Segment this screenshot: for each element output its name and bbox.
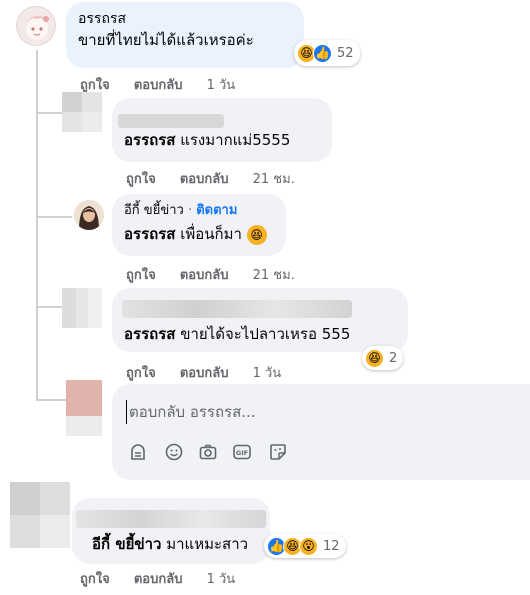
comment-actions: ถูกใจ ตอบกลับ 1 วัน	[80, 74, 255, 95]
avatar-photo-icon	[74, 200, 104, 230]
avatar[interactable]	[66, 380, 102, 436]
wow-reaction-icon: 😮	[299, 536, 318, 556]
comment-text: อีกี้ ขยี้ข่าว มาแหมะสาว	[84, 534, 258, 554]
comment-body: มาแหมะสาว	[166, 535, 249, 553]
like-button[interactable]: ถูกใจ	[126, 366, 156, 381]
blurred-author-name	[118, 114, 224, 128]
svg-text:GIF: GIF	[236, 449, 248, 457]
comment-bubble: อีกี้ ขยี้ข่าว มาแหมะสาว	[72, 498, 270, 564]
avatar[interactable]	[10, 482, 70, 548]
reaction-count: 2	[389, 350, 398, 366]
comment-body: ขายได้จะไปลาวเหรอ 555	[180, 325, 351, 343]
like-button[interactable]: ถูกใจ	[126, 172, 156, 187]
comment-actions: ถูกใจ ตอบกลับ 21 ชม.	[126, 168, 315, 189]
mention-tag[interactable]: อรรถรส	[124, 131, 175, 149]
blurred-author-name	[122, 300, 352, 318]
comment-author[interactable]: อรรถรส	[78, 10, 292, 28]
thread-branch-1	[36, 112, 62, 114]
timestamp[interactable]: 21 ชม.	[253, 172, 295, 187]
comment-bubble: อรรถรส แรงมากแม่5555	[112, 98, 332, 162]
sticker-icon[interactable]	[268, 442, 288, 462]
comment-bubble: อีกี้ ขยี้ข่าว · ติดตาม อรรถรส เพื่อนก็ม…	[112, 194, 286, 256]
mention-tag[interactable]: อรรถรส	[124, 325, 175, 343]
comment-actions: ถูกใจ ตอบกลับ 21 ชม.	[126, 264, 315, 285]
like-button[interactable]: ถูกใจ	[80, 78, 110, 93]
emoji-icon[interactable]	[164, 442, 184, 462]
reaction-summary[interactable]: 👍 😆 😮 12	[264, 534, 346, 558]
separator-dot: ·	[187, 203, 193, 218]
avatar[interactable]	[74, 200, 104, 230]
comment-text: อรรถรส เพื่อนก็มา 😆	[124, 224, 274, 245]
reaction-summary[interactable]: 😆 👍 52	[294, 40, 360, 66]
avatar[interactable]	[62, 92, 102, 132]
reply-button[interactable]: ตอบกลับ	[180, 268, 229, 283]
timestamp[interactable]: 1 วัน	[253, 366, 282, 381]
timestamp[interactable]: 1 วัน	[207, 78, 236, 93]
like-reaction-icon: 👍	[313, 43, 332, 63]
camera-icon[interactable]	[198, 442, 218, 462]
gif-icon[interactable]: GIF	[232, 442, 252, 462]
comment-text: ขายที่ไทยไม่ได้แล้วเหรอค่ะ	[78, 31, 254, 49]
timestamp[interactable]: 21 ชม.	[253, 268, 295, 283]
reply-button[interactable]: ตอบกลับ	[134, 78, 183, 93]
avatar-illustration-icon	[25, 15, 49, 40]
reaction-count: 12	[323, 538, 340, 554]
comment-bubble: อรรถรส ขายได้จะไปลาวเหรอ 555	[112, 288, 408, 352]
mention-tag[interactable]: อีกี้ ขยี้ข่าว	[92, 535, 161, 553]
thread-branch-2	[36, 216, 72, 218]
thread-line-main	[36, 50, 38, 400]
comment-bubble: อรรถรส ขายที่ไทยไม่ได้แล้วเหรอค่ะ	[66, 2, 304, 68]
avatar-sticker-icon[interactable]	[128, 442, 148, 462]
comment-body: เพื่อนก็มา	[180, 225, 242, 243]
timestamp[interactable]: 1 วัน	[207, 572, 236, 587]
reaction-count: 52	[337, 45, 354, 61]
avatar[interactable]	[62, 288, 102, 328]
reply-button[interactable]: ตอบกลับ	[180, 172, 229, 187]
follow-button[interactable]: ติดตาม	[196, 203, 237, 218]
laughing-emoji-icon: 😆	[246, 224, 267, 245]
comment-author-row: อีกี้ ขยี้ข่าว · ติดตาม	[124, 202, 274, 220]
reply-button[interactable]: ตอบกลับ	[180, 366, 229, 381]
like-button[interactable]: ถูกใจ	[80, 572, 110, 587]
thread-branch-3	[36, 306, 62, 308]
comment-author[interactable]: อีกี้ ขยี้ข่าว	[124, 203, 184, 218]
reply-input[interactable]: ตอบกลับ อรรถรส...	[126, 400, 256, 424]
reply-composer[interactable]: ตอบกลับ อรรถรส... GIF	[112, 384, 530, 480]
reaction-summary[interactable]: 😆 2	[362, 346, 404, 370]
like-button[interactable]: ถูกใจ	[126, 268, 156, 283]
haha-reaction-icon: 😆	[365, 348, 384, 368]
blurred-author-name	[76, 510, 266, 528]
avatar[interactable]	[16, 6, 56, 46]
comment-text: อรรถรส ขายได้จะไปลาวเหรอ 555	[124, 324, 396, 344]
comment-actions: ถูกใจ ตอบกลับ 1 วัน	[80, 568, 255, 589]
mention-tag[interactable]: อรรถรส	[124, 225, 175, 243]
comment-text: อรรถรส แรงมากแม่5555	[124, 130, 320, 150]
reply-button[interactable]: ตอบกลับ	[134, 572, 183, 587]
comment-actions: ถูกใจ ตอบกลับ 1 วัน	[126, 362, 301, 383]
comment-body: แรงมากแม่5555	[180, 131, 291, 149]
thread-branch-4	[36, 399, 66, 401]
